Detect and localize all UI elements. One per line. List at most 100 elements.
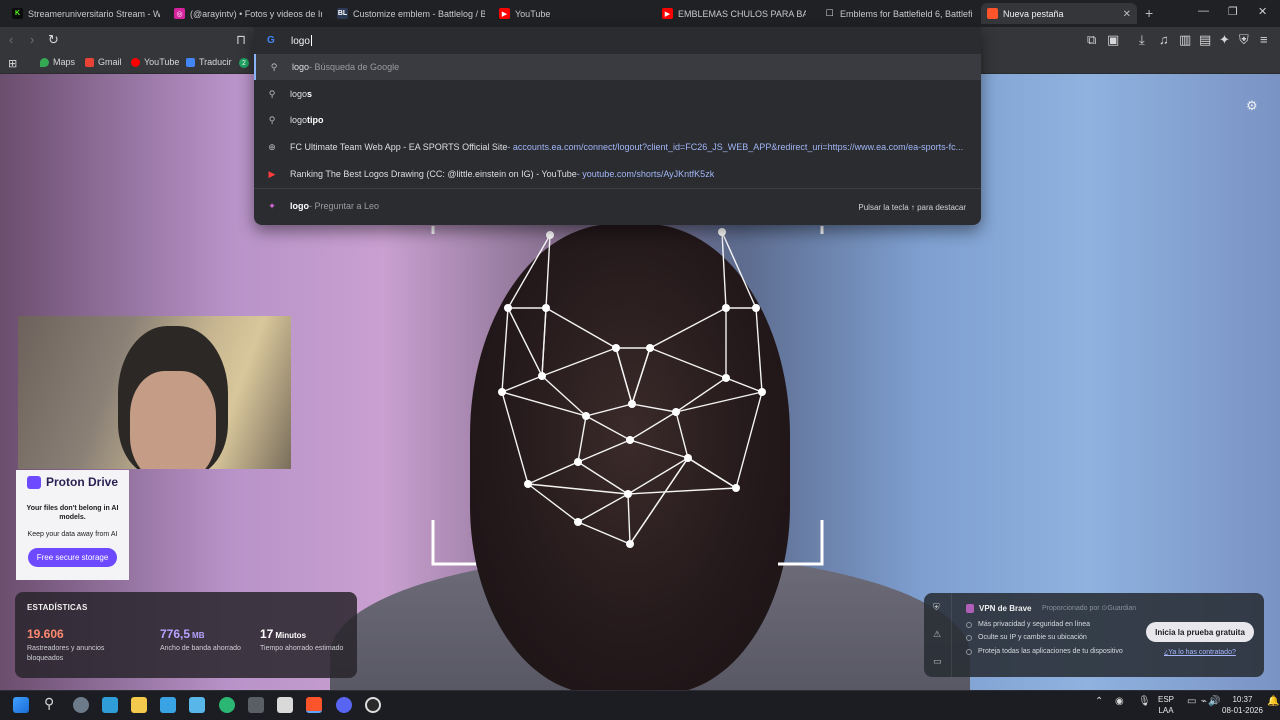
youtube-icon (131, 57, 140, 67)
tab-2[interactable]: ◎ (@arayintv) • Fotos y videos de Insta (168, 3, 328, 24)
stat-trackers: 19.606 Rastreadores y anuncios bloqueado… (27, 627, 117, 664)
close-tab-icon[interactable]: ✕ (1123, 9, 1131, 20)
vpn-provider: Proporcionado por ⊙Guardian (1042, 605, 1137, 612)
edge-icon[interactable] (219, 697, 235, 713)
tab-5[interactable]: ▶ EMBLEMAS CHULOS PARA BATTLEFI (656, 3, 812, 24)
tab-6[interactable]: ☐ Emblems for Battlefield 6, Battlefield (818, 3, 978, 24)
tab-4[interactable]: ▶ YouTube (493, 3, 653, 24)
music-icon[interactable]: ♫ (1159, 32, 1169, 47)
new-tab-icon[interactable]: + (1145, 5, 1153, 21)
bookmark-icon[interactable]: ⊓ (236, 32, 246, 48)
download-icon[interactable]: ⤓ (1139, 32, 1145, 48)
file-explorer-icon[interactable] (131, 697, 147, 713)
close-window-icon[interactable]: ✕ (1258, 5, 1267, 18)
search-icon[interactable]: ⚲ (44, 695, 54, 712)
check-circle-icon (966, 634, 972, 641)
wallet-card-icon[interactable]: ▤ (1199, 32, 1211, 48)
menu-icon[interactable]: ≡ (1260, 32, 1268, 47)
bookmarks-count-badge[interactable]: 2 (239, 58, 249, 68)
start-trial-button[interactable]: Inicia la prueba gratuita (1146, 622, 1254, 642)
search-icon: ⚲ (268, 88, 276, 99)
suggestion-youtube[interactable]: ▶ Ranking The Best Logos Drawing (CC: @l… (254, 161, 981, 187)
vpn-feature-text: Proteja todas las aplicaciones de tu dis… (978, 648, 1123, 655)
sidebar-icon[interactable]: ▥ (1179, 32, 1191, 48)
calculator-icon[interactable] (248, 697, 264, 713)
input-language[interactable]: ESP LAA (1158, 694, 1174, 716)
suggestion-logos[interactable]: ⚲ logo s (254, 81, 981, 107)
globe-icon: ⊕ (268, 141, 276, 152)
battlelog-icon: BL (337, 8, 348, 19)
free-storage-button[interactable]: Free secure storage (27, 548, 118, 567)
back-arrow-icon[interactable]: ‹ (9, 32, 13, 47)
text-caret (310, 35, 312, 46)
address-input[interactable]: logo (291, 35, 312, 47)
snipping-icon[interactable] (189, 697, 205, 713)
windows-taskbar: ⚲ ⌃ ◉ 🎙 ESP LAA ▭ ⌁ 🔊 10:37 08-01-2026 🔔 (0, 690, 1280, 720)
vpn-shield-icon[interactable]: ⛨ (1239, 32, 1249, 48)
vpn-title-text: VPN de Brave (979, 604, 1032, 613)
suggestion-ea-sports[interactable]: ⊕ FC Ultimate Team Web App - EA SPORTS O… (254, 134, 981, 160)
discord-icon[interactable] (336, 697, 352, 713)
obs-editor-icon[interactable] (277, 697, 293, 713)
suggestion-text: Ranking The Best Logos Drawing (CC: @lit… (290, 169, 577, 179)
bookmark-maps[interactable]: Maps (40, 57, 75, 67)
proton-drive-ad[interactable]: Proton Drive Your files don't belong in … (16, 470, 129, 580)
photos-icon[interactable] (160, 697, 176, 713)
settings-icon[interactable] (73, 697, 89, 713)
check-circle-icon (966, 648, 972, 655)
address-bar[interactable]: G logo (254, 27, 981, 54)
forward-arrow-icon[interactable]: › (30, 32, 34, 47)
stat-label: Rastreadores y anuncios bloqueados (27, 645, 105, 662)
stat-value: 776,5 MB (160, 627, 250, 641)
already-subscribed-link[interactable]: ¿Ya lo has contratado? (1164, 649, 1236, 656)
restore-icon[interactable]: ❐ (1228, 5, 1238, 18)
ad-brand: Proton Drive (16, 470, 129, 489)
address-query: logo (291, 36, 310, 47)
tab-title: (@arayintv) • Fotos y videos de Insta (190, 8, 322, 19)
kick-icon: K (12, 8, 23, 19)
wallet-icon[interactable]: ▣ (1107, 32, 1119, 48)
warning-icon[interactable]: ⚠ (933, 629, 941, 640)
card-icon[interactable]: ▭ (933, 656, 942, 667)
lang-layout: LAA (1158, 706, 1174, 715)
youtube-icon: ▶ (268, 168, 276, 179)
microphone-icon[interactable]: 🎙 (1138, 696, 1151, 707)
vpn-shield-icon[interactable]: ⛨ (933, 602, 940, 613)
windows-start-icon[interactable] (13, 697, 29, 713)
leo-ai-icon[interactable]: ✦ (1219, 32, 1230, 48)
notifications-icon[interactable]: 🔔 (1267, 696, 1279, 707)
tab-3[interactable]: BL Customize emblem - Battlelog / Batt (331, 3, 491, 24)
suggestion-text: logo (290, 201, 309, 211)
notepad-icon[interactable] (102, 697, 118, 713)
reload-icon[interactable]: ↻ (48, 32, 59, 48)
network-icon[interactable]: ⌁ (1201, 696, 1207, 707)
brave-icon[interactable] (306, 697, 322, 713)
tab-title: Emblems for Battlefield 6, Battlefield (840, 8, 972, 19)
apps-grid-icon[interactable]: ⊞ (8, 57, 17, 70)
obs-icon[interactable] (365, 697, 381, 713)
tab-title: Customize emblem - Battlelog / Batt (353, 8, 485, 19)
display-icon[interactable]: ▭ (1187, 696, 1196, 707)
gear-icon[interactable]: ⚙ (1246, 98, 1258, 114)
suggestion-url: - accounts.ea.com/connect/logout?client_… (507, 142, 964, 152)
omnibox-dropdown: G logo ⚲ logo - Búsqueda de Google ⚲ log… (254, 27, 981, 225)
bookmark-traducir[interactable]: Traducir (186, 57, 232, 67)
extensions-icon[interactable]: ⧉ (1087, 32, 1096, 48)
suggestion-google-search[interactable]: ⚲ logo - Búsqueda de Google (254, 54, 981, 80)
tab-7-active[interactable]: Nueva pestaña ✕ (981, 3, 1137, 24)
volume-icon[interactable]: 🔊 (1208, 696, 1220, 707)
system-clock[interactable]: 10:37 08-01-2026 (1222, 694, 1263, 716)
bookmark-gmail[interactable]: Gmail (85, 57, 122, 67)
chevron-up-icon[interactable]: ⌃ (1095, 696, 1103, 707)
stat-bandwidth: 776,5 MB Ancho de banda ahorrado (160, 627, 250, 654)
brave-icon (987, 8, 998, 19)
discord-tray-icon[interactable]: ◉ (1115, 696, 1124, 707)
divider (254, 188, 981, 189)
keyboard-hint: Pulsar la tecla ↑ para destacar (858, 203, 966, 212)
bookmark-youtube[interactable]: YouTube (131, 57, 179, 67)
tab-1[interactable]: K Streameruniversitario Stream - Watch (6, 3, 166, 24)
suggestion-logotipo[interactable]: ⚲ logo tipo (254, 107, 981, 133)
page-icon: ☐ (825, 8, 834, 18)
minimize-icon[interactable]: — (1198, 5, 1209, 17)
bookmark-label: Gmail (98, 57, 122, 67)
